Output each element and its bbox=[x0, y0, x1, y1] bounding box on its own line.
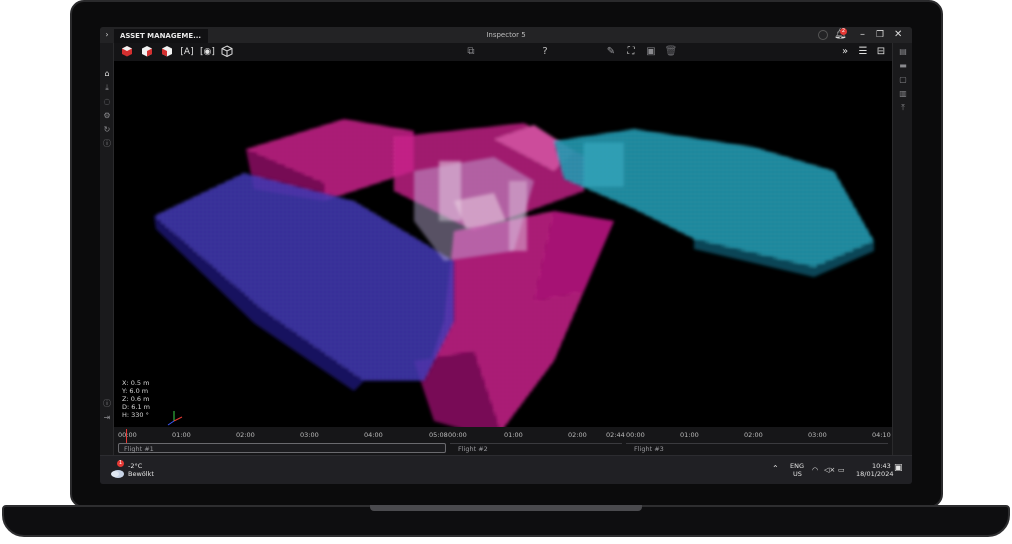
crop-icon[interactable]: ⛶ bbox=[624, 45, 638, 59]
comment-icon[interactable]: ▤ bbox=[896, 47, 910, 57]
wifi-icon[interactable]: ◠ bbox=[812, 466, 818, 474]
sliders-icon[interactable]: ☰ bbox=[856, 45, 870, 59]
info-icon[interactable]: ⓘ bbox=[100, 139, 114, 149]
point-cloud-model bbox=[154, 119, 874, 427]
coord-h: H: 330 ° bbox=[122, 411, 149, 419]
flight-label-2: Flight #2 bbox=[458, 445, 488, 453]
app-title: Inspector 5 bbox=[486, 31, 526, 39]
tick-label: 01:00 bbox=[504, 431, 523, 439]
tick-label: 04:00 bbox=[364, 431, 383, 439]
flight-segment-1[interactable] bbox=[118, 443, 446, 453]
camera-coordinates: X: 0.5 m Y: 6.0 m Z: 0.6 m D: 6.1 m H: 3… bbox=[122, 379, 150, 419]
coord-y: Y: 6.0 m bbox=[122, 387, 149, 395]
logout-icon[interactable]: ⇥ bbox=[100, 413, 114, 423]
settings-icon[interactable]: ⚙ bbox=[100, 111, 114, 121]
toolbar: [A] [◉] ⧉ ? ✎ ⛶ ▣ 🗑︎ » ☰ ⊟ bbox=[114, 43, 892, 61]
tick-label: 02:00 bbox=[744, 431, 763, 439]
os-taskbar: 1 -2°C Bewölkt ⌃ ENG US ◠ ◁× ▭ 10:43 18/… bbox=[100, 455, 912, 484]
tick-label: 00:00 bbox=[448, 431, 467, 439]
tick-label: 02:00 bbox=[236, 431, 255, 439]
axis-gizmo bbox=[167, 411, 183, 426]
tick-label: 03:00 bbox=[808, 431, 827, 439]
tick-label: 05:08 bbox=[429, 431, 448, 439]
weather-badge: 1 bbox=[117, 460, 124, 467]
close-icon[interactable]: ✕ bbox=[894, 29, 902, 41]
help-circle-icon[interactable]: ⓘ bbox=[100, 399, 114, 409]
trash-icon[interactable]: 🗑︎ bbox=[664, 45, 678, 59]
title-bar: › ASSET MANAGEME... Inspector 5 🔔︎ 2 – ❐… bbox=[100, 27, 912, 43]
language-code[interactable]: ENG bbox=[790, 462, 804, 470]
tick-label: 02:00 bbox=[568, 431, 587, 439]
3d-viewport[interactable]: X: 0.5 m Y: 6.0 m Z: 0.6 m D: 6.1 m H: 3… bbox=[114, 61, 892, 427]
cube-text-icon[interactable]: [A] bbox=[180, 45, 194, 59]
flight-segment-3[interactable] bbox=[626, 443, 888, 453]
restore-icon[interactable]: ❐ bbox=[876, 29, 884, 41]
chevron-up-icon[interactable]: ⌃ bbox=[772, 465, 779, 473]
export-icon[interactable]: ⤒ bbox=[896, 103, 910, 113]
white-walls bbox=[414, 157, 534, 261]
flight-label-1: Flight #1 bbox=[124, 445, 154, 453]
weather-temp: -2°C bbox=[128, 462, 143, 470]
document-icon[interactable]: ▥ bbox=[896, 89, 910, 99]
notification-badge: 2 bbox=[840, 28, 847, 35]
help-icon[interactable]: ? bbox=[538, 45, 552, 59]
cube-red-icon[interactable] bbox=[140, 45, 154, 59]
cube-outline-icon[interactable] bbox=[220, 45, 234, 59]
coord-d: D: 6.1 m bbox=[122, 403, 150, 411]
sync-icon[interactable]: ↻ bbox=[100, 125, 114, 135]
tick-label: 00:00 bbox=[626, 431, 645, 439]
chat-icon[interactable]: ▢ bbox=[896, 75, 910, 85]
cube-red-icon[interactable] bbox=[120, 45, 134, 59]
battery-icon[interactable]: ▭ bbox=[838, 466, 845, 474]
language-region: US bbox=[793, 470, 802, 478]
minimize-icon[interactable]: – bbox=[860, 29, 865, 41]
cube-red-icon[interactable] bbox=[160, 45, 174, 59]
cyan-wing bbox=[554, 129, 874, 277]
tick-label: 04:10 bbox=[872, 431, 891, 439]
speaker-icon[interactable]: ◁× bbox=[824, 466, 835, 474]
tick-label: 01:00 bbox=[680, 431, 699, 439]
weather-desc: Bewölkt bbox=[128, 470, 154, 478]
tick-label: 03:00 bbox=[300, 431, 319, 439]
home-icon[interactable]: ⌂ bbox=[100, 69, 114, 79]
circle-icon[interactable] bbox=[818, 30, 828, 40]
folder-icon[interactable]: ▬ bbox=[896, 61, 910, 71]
notifications-icon[interactable]: ▣ bbox=[894, 464, 903, 473]
compare-icon[interactable]: ⧉ bbox=[464, 45, 478, 59]
tick-label: 00:00 bbox=[118, 431, 137, 439]
window-icon[interactable]: ⊟ bbox=[874, 45, 888, 59]
blue-wing bbox=[154, 173, 454, 391]
globe-icon[interactable]: ◌ bbox=[100, 97, 114, 107]
coord-z: Z: 0.6 m bbox=[122, 395, 150, 403]
chevrons-right-icon[interactable]: » bbox=[838, 45, 852, 59]
left-sidebar: ⌂ ⤓ ◌ ⚙ ↻ ⓘ ⓘ ⇥ bbox=[100, 43, 114, 455]
cube-focus-icon[interactable]: [◉] bbox=[200, 45, 215, 59]
flight-label-3: Flight #3 bbox=[634, 445, 664, 453]
clock-date: 18/01/2024 bbox=[856, 470, 894, 478]
pencil-icon[interactable]: ✎ bbox=[604, 45, 618, 59]
save-icon[interactable]: ▣ bbox=[644, 45, 658, 59]
tick-label: 01:00 bbox=[172, 431, 191, 439]
screen: › ASSET MANAGEME... Inspector 5 🔔︎ 2 – ❐… bbox=[100, 27, 912, 484]
tick-label: 02:44 bbox=[606, 431, 625, 439]
coord-x: X: 0.5 m bbox=[122, 379, 150, 387]
download-icon[interactable]: ⤓ bbox=[100, 83, 114, 93]
laptop-hinge bbox=[370, 505, 642, 511]
clock-time: 10:43 bbox=[872, 462, 891, 470]
right-sidebar: ▤ ▬ ▢ ▥ ⤒ bbox=[892, 43, 912, 455]
flight-timeline[interactable]: 00:00 01:00 02:00 03:00 04:00 05:08 00:0… bbox=[114, 427, 892, 455]
